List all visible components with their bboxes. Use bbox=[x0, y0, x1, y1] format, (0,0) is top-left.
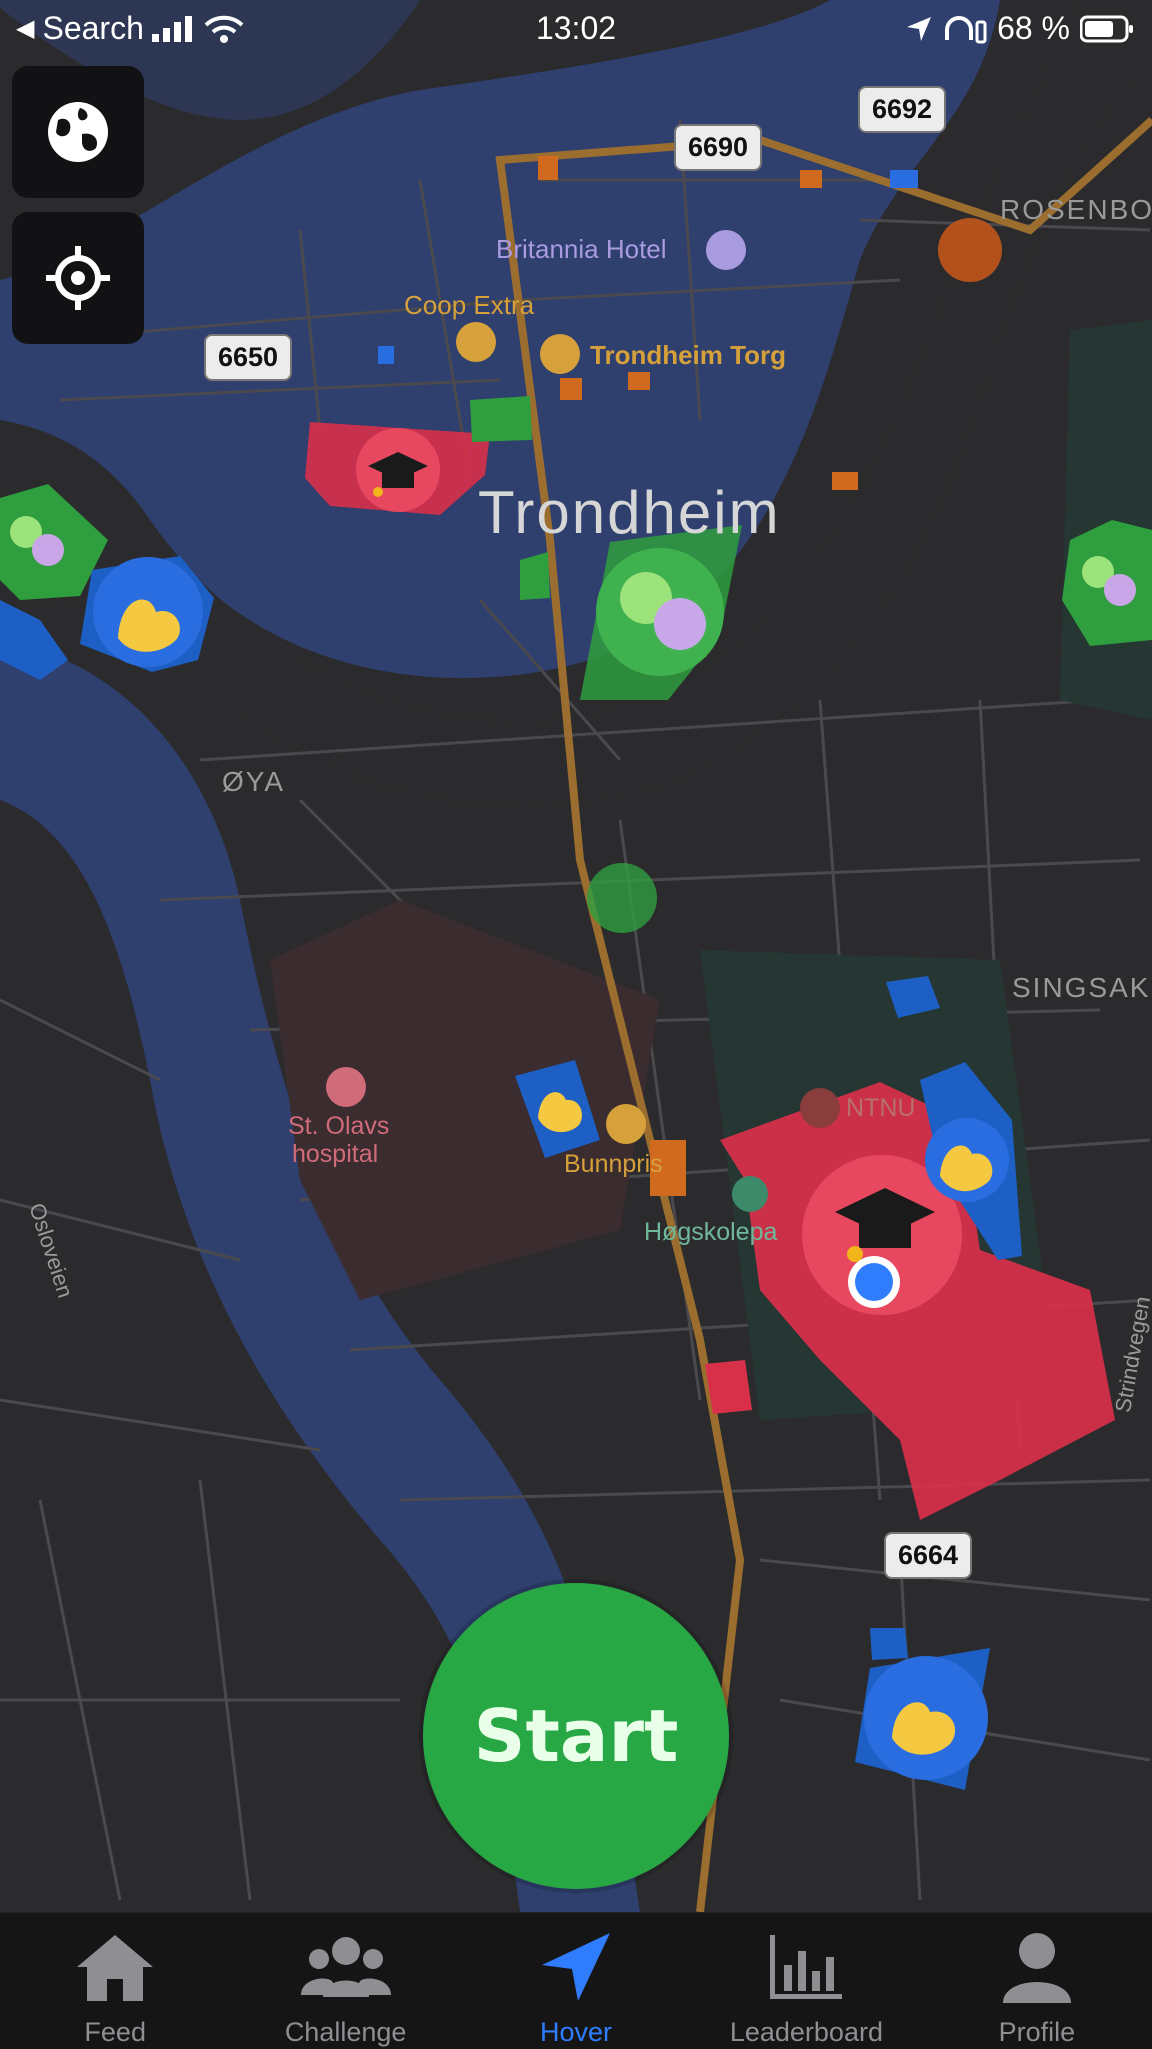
navigation-arrow-icon bbox=[542, 1933, 611, 2001]
cart-icon bbox=[456, 322, 496, 362]
globe-button[interactable] bbox=[12, 66, 144, 198]
area-label-rosenborg: ROSENBO bbox=[1000, 194, 1152, 225]
place-label-hospital-1[interactable]: St. Olavs bbox=[288, 1112, 389, 1141]
cart-icon-bunnpris bbox=[606, 1104, 646, 1144]
shopping-bag-icon bbox=[540, 334, 580, 374]
hospital-icon bbox=[326, 1067, 366, 1107]
start-button[interactable]: Start bbox=[423, 1583, 729, 1889]
road-shield-6650: 6650 bbox=[204, 334, 293, 381]
tab-feed-label: Feed bbox=[84, 2017, 146, 2047]
ntnu-icon bbox=[800, 1088, 840, 1128]
road-shield-6692: 6692 bbox=[858, 86, 947, 133]
locate-button[interactable] bbox=[12, 212, 144, 344]
tab-profile-label: Profile bbox=[998, 2017, 1076, 2047]
area-label-singsak: SINGSAK bbox=[1012, 972, 1151, 1003]
place-label-hogskole[interactable]: Høgskolepa bbox=[644, 1218, 777, 1247]
place-label-hospital-2[interactable]: hospital bbox=[292, 1140, 378, 1169]
place-label-hotel[interactable]: Britannia Hotel bbox=[496, 234, 667, 265]
tab-hover[interactable]: Hover bbox=[461, 1913, 691, 2049]
park-icon bbox=[732, 1176, 768, 1212]
zone-red-small bbox=[705, 1360, 752, 1414]
headphones-icon bbox=[945, 15, 987, 43]
road-shield-6664: 6664 bbox=[884, 1532, 973, 1579]
place-label-bunnpris[interactable]: Bunnpris bbox=[564, 1150, 663, 1179]
location-arrow-icon bbox=[907, 16, 932, 41]
tab-feed[interactable]: Feed bbox=[0, 1913, 230, 2049]
home-icon bbox=[77, 1935, 154, 2001]
place-label-ntnu[interactable]: NTNU bbox=[846, 1094, 915, 1123]
globe-icon bbox=[48, 102, 108, 162]
tab-bar: Feed Challenge Hover Leaderboard Profile bbox=[0, 1912, 1152, 2049]
status-bar: ◀ Search 13:02 68 % bbox=[0, 0, 1152, 58]
hotel-icon bbox=[706, 230, 746, 270]
place-label-coop[interactable]: Coop Extra bbox=[404, 290, 534, 321]
battery-icon bbox=[1080, 15, 1133, 42]
tab-leaderboard-label: Leaderboard bbox=[729, 2017, 883, 2047]
tab-hover-label: Hover bbox=[540, 2017, 613, 2047]
city-label: Trondheim bbox=[478, 479, 781, 546]
tab-leaderboard[interactable]: Leaderboard bbox=[691, 1913, 921, 2049]
road-shield-6690: 6690 bbox=[674, 124, 763, 171]
battery-percent: 68 % bbox=[997, 10, 1070, 46]
group-icon bbox=[300, 1937, 391, 1997]
person-icon bbox=[1002, 1933, 1071, 2003]
crosshair-icon bbox=[46, 246, 110, 310]
tab-challenge-label: Challenge bbox=[284, 2017, 407, 2047]
bar-chart-icon bbox=[770, 1935, 843, 1999]
place-label-torg[interactable]: Trondheim Torg bbox=[590, 340, 786, 371]
area-label-oya: ØYA bbox=[222, 766, 286, 797]
tab-profile[interactable]: Profile bbox=[922, 1913, 1152, 2049]
tab-challenge[interactable]: Challenge bbox=[230, 1913, 460, 2049]
